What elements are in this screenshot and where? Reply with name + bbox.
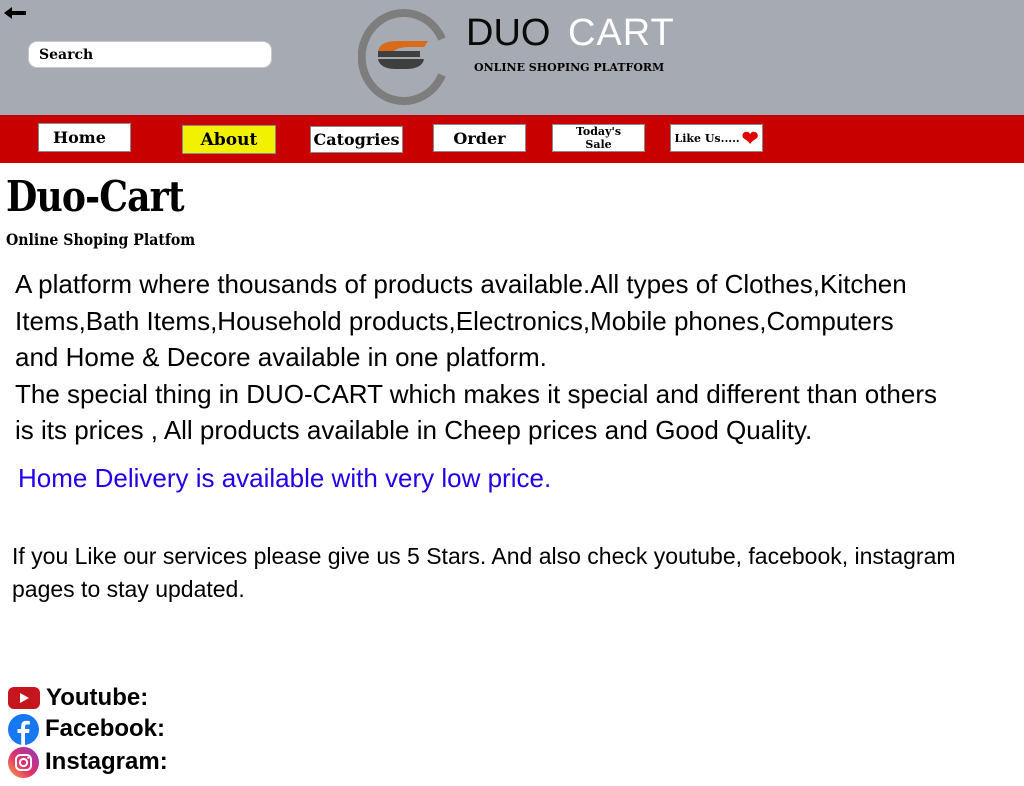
nav-order-button[interactable]: Order — [433, 124, 526, 152]
nav-sale-label-line1: Today's — [575, 125, 622, 138]
youtube-label: Youtube: — [46, 684, 149, 711]
delivery-notice: Home Delivery is available with very low… — [18, 463, 552, 493]
youtube-icon — [8, 687, 40, 709]
rating-request-line: pages to stay updated. — [12, 576, 245, 602]
description-line: The special thing in DUO-CART which make… — [15, 378, 938, 409]
youtube-link[interactable]: Youtube: — [8, 683, 148, 713]
nav-home-button[interactable]: Home — [38, 123, 131, 152]
nav-categories-button[interactable]: Catogries — [310, 126, 403, 153]
page-subtitle: Online Shoping Platfom — [6, 230, 196, 249]
nav-todays-sale-button[interactable]: Today's Sale — [552, 124, 645, 152]
description-line: and Home & Decore available in one platf… — [15, 342, 547, 372]
instagram-icon — [8, 746, 39, 778]
rating-request-line: If you Like our services please give us … — [12, 543, 956, 569]
brand-name-cart: CART — [568, 12, 675, 54]
brand-logo-icon — [358, 9, 446, 105]
nav-about-button[interactable]: About — [182, 125, 276, 154]
description-line: is its prices , All products available i… — [15, 415, 813, 445]
description-paragraph: A platform where thousands of products a… — [15, 266, 1015, 449]
nav-sale-label-line2: Sale — [585, 138, 612, 151]
back-arrow-icon[interactable] — [4, 5, 26, 21]
instagram-link[interactable]: Instagram: — [8, 746, 168, 778]
description-line: Items,Bath Items,Household products,Elec… — [15, 305, 894, 336]
facebook-icon — [8, 713, 39, 745]
nav-like-us-button[interactable]: Like Us..... ❤ — [670, 124, 763, 152]
rating-request: If you Like our services please give us … — [12, 540, 1022, 606]
facebook-label: Facebook: — [45, 715, 166, 742]
brand-name-duo: DUO — [466, 12, 551, 54]
nav-like-label: Like Us..... — [674, 131, 740, 145]
heart-icon: ❤ — [741, 126, 759, 150]
description-line: A platform where thousands of products a… — [15, 269, 907, 299]
page-title: Duo-Cart — [6, 172, 185, 221]
search-input[interactable] — [28, 41, 272, 68]
brand-tagline: ONLINE SHOPING PLATFORM — [474, 61, 665, 74]
facebook-link[interactable]: Facebook: — [8, 713, 166, 745]
instagram-label: Instagram: — [45, 748, 168, 775]
